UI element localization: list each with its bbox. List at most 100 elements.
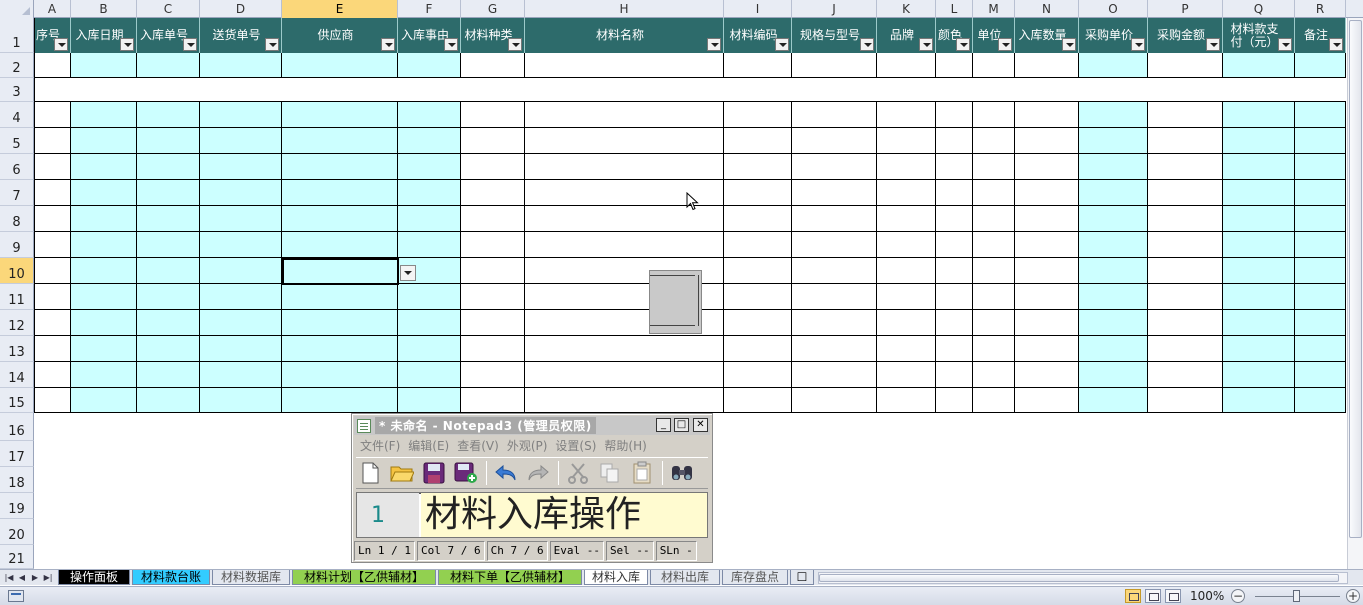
cell-g9[interactable] xyxy=(461,232,525,258)
cell-l8[interactable] xyxy=(936,206,973,232)
row-header-9[interactable]: 9 xyxy=(0,232,34,258)
cell-a12[interactable] xyxy=(34,310,71,336)
header-cell-m[interactable]: 单位 xyxy=(973,18,1015,53)
cell-c4[interactable] xyxy=(137,102,200,128)
cell-d6[interactable] xyxy=(200,154,282,180)
cell-n6[interactable] xyxy=(1015,154,1079,180)
cell-b12[interactable] xyxy=(71,310,137,336)
cell-h5[interactable] xyxy=(525,128,724,154)
cell-m7[interactable] xyxy=(973,180,1015,206)
cell-d5[interactable] xyxy=(200,128,282,154)
save-icon[interactable] xyxy=(420,460,448,486)
cell-b10[interactable] xyxy=(71,258,137,284)
cell-o4[interactable] xyxy=(1079,102,1148,128)
cell-validation-dropdown-button[interactable] xyxy=(400,265,416,281)
row-header-8[interactable]: 8 xyxy=(0,206,34,232)
cell-q11[interactable] xyxy=(1223,284,1295,310)
header-cell-j[interactable]: 规格与型号 xyxy=(792,18,877,53)
cell-g4[interactable] xyxy=(461,102,525,128)
header-cell-f[interactable]: 入库事由 xyxy=(398,18,461,53)
paste-icon[interactable] xyxy=(628,460,656,486)
cell-o8[interactable] xyxy=(1079,206,1148,232)
cell-j7[interactable] xyxy=(792,180,877,206)
cell-r12[interactable] xyxy=(1295,310,1346,336)
cell-q5[interactable] xyxy=(1223,128,1295,154)
cell-k12[interactable] xyxy=(877,310,936,336)
cell-d12[interactable] xyxy=(200,310,282,336)
cell-q10[interactable] xyxy=(1223,258,1295,284)
cell-h14[interactable] xyxy=(525,362,724,388)
header-cell-c[interactable]: 入库单号 xyxy=(137,18,200,53)
cell-g6[interactable] xyxy=(461,154,525,180)
cell-j10[interactable] xyxy=(792,258,877,284)
macro-record-icon[interactable] xyxy=(8,590,24,602)
cell-b15[interactable] xyxy=(71,388,137,413)
row-header-21[interactable]: 21 xyxy=(0,545,34,569)
row-header-5[interactable]: 5 xyxy=(0,128,34,154)
cell-l7[interactable] xyxy=(936,180,973,206)
cell-f8[interactable] xyxy=(398,206,461,232)
header-cell-d[interactable]: 送货单号 xyxy=(200,18,282,53)
cell-o12[interactable] xyxy=(1079,310,1148,336)
cell-m8[interactable] xyxy=(973,206,1015,232)
cell-i6[interactable] xyxy=(724,154,792,180)
filter-dropdown-icon[interactable] xyxy=(444,38,458,51)
cell-g15[interactable] xyxy=(461,388,525,413)
cell-i12[interactable] xyxy=(724,310,792,336)
cell-a10[interactable] xyxy=(34,258,71,284)
filter-dropdown-icon[interactable] xyxy=(860,38,874,51)
cell-b8[interactable] xyxy=(71,206,137,232)
cell-j15[interactable] xyxy=(792,388,877,413)
cell-n9[interactable] xyxy=(1015,232,1079,258)
maximize-button[interactable]: □ xyxy=(674,418,689,432)
header-cell-q[interactable]: 材料款支付（元） xyxy=(1223,18,1295,53)
cell-g5[interactable] xyxy=(461,128,525,154)
cell-p13[interactable] xyxy=(1148,336,1223,362)
column-header-q[interactable]: Q xyxy=(1223,0,1295,18)
redo-icon[interactable] xyxy=(524,460,552,486)
cell-b2[interactable] xyxy=(71,53,137,78)
copy-icon[interactable] xyxy=(596,460,624,486)
header-cell-l[interactable]: 颜色 xyxy=(936,18,973,53)
cell-q8[interactable] xyxy=(1223,206,1295,232)
cell-j4[interactable] xyxy=(792,102,877,128)
cell-e8[interactable] xyxy=(282,206,398,232)
cell-c2[interactable] xyxy=(137,53,200,78)
cell-m15[interactable] xyxy=(973,388,1015,413)
cell-m10[interactable] xyxy=(973,258,1015,284)
row-header-13[interactable]: 13 xyxy=(0,336,34,362)
cell-e9[interactable] xyxy=(282,232,398,258)
cell-d13[interactable] xyxy=(200,336,282,362)
cell-k11[interactable] xyxy=(877,284,936,310)
filter-dropdown-icon[interactable] xyxy=(54,38,68,51)
header-cell-k[interactable]: 品牌 xyxy=(877,18,936,53)
open-folder-icon[interactable] xyxy=(388,460,416,486)
cut-icon[interactable] xyxy=(564,460,592,486)
header-cell-e[interactable]: 供应商 xyxy=(282,18,398,53)
horizontal-scroll-thumb[interactable] xyxy=(819,574,1339,582)
cell-i4[interactable] xyxy=(724,102,792,128)
header-cell-g[interactable]: 材料种类 xyxy=(461,18,525,53)
row-header-19[interactable]: 19 xyxy=(0,493,34,519)
cell-r13[interactable] xyxy=(1295,336,1346,362)
row-header-14[interactable]: 14 xyxy=(0,362,34,388)
column-header-a[interactable]: A xyxy=(34,0,71,18)
sheet-tab-0[interactable]: 操作面板 xyxy=(58,570,130,585)
row-header-4[interactable]: 4 xyxy=(0,102,34,128)
cell-e12[interactable] xyxy=(282,310,398,336)
cell-m2[interactable] xyxy=(973,53,1015,78)
cell-g12[interactable] xyxy=(461,310,525,336)
minimize-button[interactable]: _ xyxy=(656,418,671,432)
notepad-editor[interactable]: 1 材料入库操作 xyxy=(356,492,708,538)
notepad-titlebar[interactable]: * 未命名 - Notepad3 (管理员权限) _ □ ✕ xyxy=(354,416,710,435)
cell-a11[interactable] xyxy=(34,284,71,310)
cell-r15[interactable] xyxy=(1295,388,1346,413)
cell-h6[interactable] xyxy=(525,154,724,180)
cell-j6[interactable] xyxy=(792,154,877,180)
cell-p8[interactable] xyxy=(1148,206,1223,232)
menu-file[interactable]: 文件(F) xyxy=(356,437,404,455)
cell-n2[interactable] xyxy=(1015,53,1079,78)
column-header-g[interactable]: G xyxy=(461,0,525,18)
header-cell-h[interactable]: 材料名称 xyxy=(525,18,724,53)
zoom-level[interactable]: 100% xyxy=(1190,589,1224,603)
